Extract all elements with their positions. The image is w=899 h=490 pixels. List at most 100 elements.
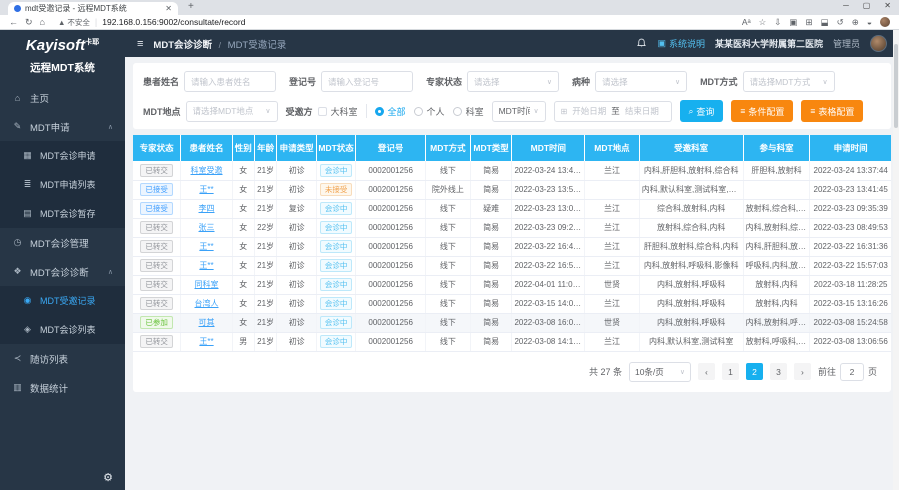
- sidebar-item-MDT会诊暂存[interactable]: ▤MDT会诊暂存: [0, 199, 125, 228]
- sidebar-settings-gear-icon[interactable]: ⚙: [103, 471, 113, 484]
- register-no-input[interactable]: [321, 71, 413, 92]
- cell-expert-status: 已接受: [133, 199, 181, 218]
- patient-name-link[interactable]: 同科室: [195, 280, 219, 289]
- patient-name-link[interactable]: 可其: [199, 318, 215, 327]
- user-role[interactable]: 管理员: [833, 37, 860, 50]
- patient-name-link[interactable]: 科室受邀: [191, 166, 223, 175]
- cell-apply-type: 初诊: [277, 161, 316, 180]
- window-close-icon[interactable]: ✕: [884, 1, 891, 10]
- collections-icon[interactable]: ▣: [789, 17, 797, 28]
- notification-bell-icon[interactable]: [636, 38, 647, 49]
- patient-name-link[interactable]: 王**: [199, 242, 213, 251]
- radio-dot[interactable]: [453, 107, 462, 116]
- expert-status-badge: 已转交: [140, 278, 173, 291]
- cell-patient-name: 王**: [181, 237, 233, 256]
- cell-reg-no: 0002001256: [356, 256, 426, 275]
- cell-apply-type: 初诊: [277, 332, 316, 351]
- badge-icon: ❖: [12, 266, 23, 277]
- page-button-3[interactable]: 3: [770, 363, 787, 380]
- favorite-star-icon[interactable]: ☆: [759, 17, 767, 28]
- sidebar-item-主页[interactable]: ⌂主页: [0, 83, 125, 112]
- text-size-icon[interactable]: Aᵃ: [742, 17, 751, 27]
- radio-dot[interactable]: [414, 107, 423, 116]
- downloads-icon[interactable]: ⇩: [774, 17, 781, 28]
- split-screen-icon[interactable]: ⊞: [805, 17, 812, 28]
- table-config-button[interactable]: ≡ 表格配置: [801, 100, 863, 122]
- mdt-time-select[interactable]: MDT时间 ∨: [492, 101, 546, 122]
- user-avatar[interactable]: [870, 35, 887, 52]
- sidebar-item-MDT会诊管理[interactable]: ◷MDT会诊管理: [0, 228, 125, 257]
- expert-status-select[interactable]: 请选择 ∨: [467, 71, 559, 92]
- big-department-checkbox[interactable]: 大科室: [318, 105, 358, 118]
- mdt-mode-select[interactable]: 请选择MDT方式 ∨: [743, 71, 835, 92]
- sidebar-item-MDT受邀记录[interactable]: ◉MDT受邀记录: [0, 286, 125, 315]
- sidebar-item-MDT申请[interactable]: ✎MDT申请∧: [0, 112, 125, 141]
- sidebar-item-MDT会诊列表[interactable]: ◈MDT会诊列表: [0, 315, 125, 344]
- screenshot-icon[interactable]: ⬓: [821, 17, 829, 28]
- goto-page-input[interactable]: [840, 363, 864, 381]
- refresh-icon[interactable]: ↻: [25, 17, 33, 28]
- tab-title: mdt受邀记录 - 远程MDT系统: [25, 3, 161, 14]
- radio-dot[interactable]: [375, 107, 384, 116]
- sidebar-collapse-icon[interactable]: ≡: [137, 38, 143, 50]
- cell-patient-name: 王**: [181, 256, 233, 275]
- browser-essentials-icon[interactable]: ◒: [867, 17, 872, 27]
- cell-reg-no: 0002001256: [356, 237, 426, 256]
- patient-name-link[interactable]: 台湾人: [195, 299, 219, 308]
- breadcrumb-current[interactable]: MDT受邀记录: [228, 40, 287, 51]
- page-size-select[interactable]: 10条/页 ∨: [629, 362, 691, 382]
- breadcrumb-separator: /: [219, 40, 221, 50]
- tab-close-icon[interactable]: ✕: [165, 4, 172, 13]
- browser-tab[interactable]: mdt受邀记录 - 远程MDT系统 ✕: [8, 2, 178, 15]
- disease-select[interactable]: 请选择 ∨: [595, 71, 687, 92]
- patient-name-link[interactable]: 张三: [199, 223, 215, 232]
- date-range-picker[interactable]: ⊞ 开始日期 至 结束日期: [554, 101, 672, 122]
- sidebar-item-MDT会诊诊断[interactable]: ❖MDT会诊诊断∧: [0, 257, 125, 286]
- history-icon[interactable]: ↺: [837, 17, 844, 28]
- page-button-1[interactable]: 1: [722, 363, 739, 380]
- patient-name-link[interactable]: 王**: [199, 337, 213, 346]
- radio-personal[interactable]: 个人: [414, 105, 445, 118]
- browser-profile-avatar[interactable]: [880, 17, 890, 27]
- extensions-icon[interactable]: ⊕: [852, 17, 859, 28]
- cell-invited-depts: 内科,放射科,呼吸科,影像科: [639, 256, 743, 275]
- cell-joined-depts: 放射科,内科: [743, 275, 810, 294]
- prev-page-button[interactable]: ‹: [698, 363, 715, 380]
- logo-suffix-text: 卡耶: [85, 39, 99, 46]
- system-help-link[interactable]: ▣ 系统说明: [657, 37, 705, 50]
- patient-name-link[interactable]: 李四: [199, 204, 215, 213]
- window-minimize-icon[interactable]: ─: [843, 1, 849, 10]
- radio-all[interactable]: 全部: [375, 105, 406, 118]
- cell-mdt-time: 2022-03-23 13:50:00: [512, 180, 585, 199]
- window-maximize-icon[interactable]: ▢: [863, 1, 871, 10]
- new-tab-button[interactable]: +: [188, 1, 194, 12]
- patient-name-input[interactable]: [184, 71, 276, 92]
- cell-age: 21岁: [254, 313, 277, 332]
- radio-department-label: 科室: [466, 105, 484, 118]
- home-icon[interactable]: ⌂: [40, 17, 45, 27]
- patient-name-link[interactable]: 王**: [199, 261, 213, 270]
- chevron-up-icon: ∧: [108, 123, 113, 131]
- breadcrumb: MDT会诊诊断 / MDT受邀记录: [153, 37, 286, 51]
- page-scrollbar[interactable]: [893, 30, 899, 490]
- sidebar-item-MDT会诊申请[interactable]: ▦MDT会诊申请: [0, 141, 125, 170]
- radio-department[interactable]: 科室: [453, 105, 484, 118]
- url-box[interactable]: ▲ 不安全 | 192.168.0.156:9002/consultate/re…: [52, 16, 735, 28]
- cell-mdt-type: 简易: [470, 180, 512, 199]
- checkbox-box[interactable]: [318, 107, 327, 116]
- page-button-2[interactable]: 2: [746, 363, 763, 380]
- sidebar-item-随访列表[interactable]: ≺随访列表: [0, 344, 125, 373]
- scrollbar-thumb[interactable]: [894, 44, 898, 128]
- cell-reg-no: 0002001256: [356, 161, 426, 180]
- url-text[interactable]: 192.168.0.156:9002/consultate/record: [102, 17, 245, 27]
- cell-reg-no: 0002001256: [356, 199, 426, 218]
- next-page-button[interactable]: ›: [794, 363, 811, 380]
- sidebar-item-MDT申请列表[interactable]: ≣MDT申请列表: [0, 170, 125, 199]
- patient-name-link[interactable]: 王**: [199, 185, 213, 194]
- condition-config-button[interactable]: ≡ 条件配置: [731, 100, 793, 122]
- sidebar-item-数据统计[interactable]: ▥数据统计: [0, 373, 125, 402]
- mdt-place-select[interactable]: 请选择MDT地点 ∨: [186, 101, 278, 122]
- search-button[interactable]: ⌕ 查询: [680, 100, 724, 122]
- divider: [366, 104, 367, 118]
- back-icon[interactable]: ←: [9, 17, 18, 27]
